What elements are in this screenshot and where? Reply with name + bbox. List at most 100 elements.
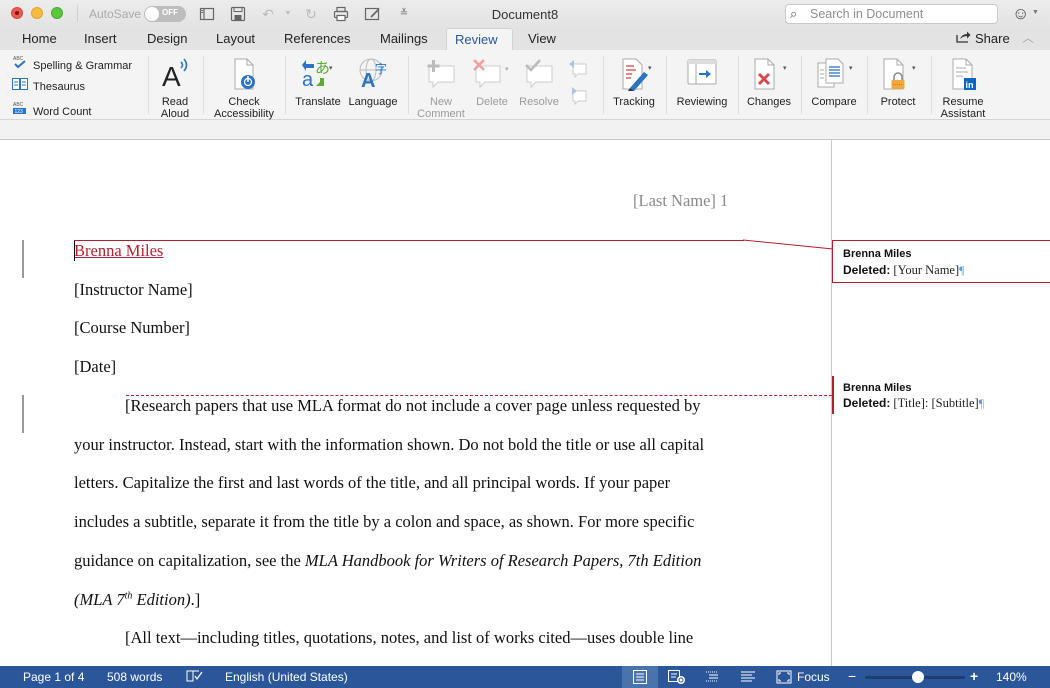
tab-layout[interactable]: Layout [208,28,263,50]
print-layout-icon[interactable] [632,670,648,687]
check-accessibility-label-1: Check [228,96,260,108]
course-number[interactable]: [Course Number] [74,318,190,338]
paragraph-line[interactable]: guidance on capitalization, see the MLA … [74,551,701,571]
proofing-book-icon[interactable] [186,669,204,686]
inserted-text-author[interactable]: Brenna Miles [74,241,163,261]
tab-design[interactable]: Design [139,28,195,50]
next-comment-button[interactable] [566,85,590,108]
spelling-grammar-button[interactable]: ABC Spelling & Grammar [12,55,132,73]
tab-insert[interactable]: Insert [76,28,125,50]
page-count[interactable]: Page 1 of 4 [23,670,84,684]
tab-review[interactable]: Review [446,28,513,50]
instructor-name[interactable]: [Instructor Name] [74,280,193,300]
feedback-dropdown-caret[interactable]: ▼ [1032,9,1039,16]
save-icon[interactable] [230,6,246,22]
reviewing-pane-icon [673,56,731,92]
search-input[interactable] [810,6,995,22]
paragraph-line[interactable]: includes a subtitle, separate it from th… [74,512,694,532]
undo-dropdown-caret[interactable]: ▼ [280,6,296,22]
reviewing-button[interactable]: Reviewing [673,56,731,108]
zoom-slider-handle[interactable] [912,671,924,683]
new-comment-button[interactable]: New Comment [416,56,466,120]
delete-comment-button[interactable]: ▾ Delete [470,56,514,108]
print-icon[interactable] [333,6,349,22]
tab-references[interactable]: References [276,28,358,50]
italic-citation: Edition) [132,590,191,609]
paragraph-line[interactable]: (MLA 7th Edition).] [74,590,200,610]
resume-assistant-button[interactable]: in Resume Assistant [936,56,990,120]
toggle-knob [145,7,159,21]
draft-view-icon[interactable] [740,670,756,687]
date-line[interactable]: [Date] [74,357,116,377]
word-count-button[interactable]: ABC 123 Word Count [12,101,92,119]
search-box[interactable]: ⌕ [785,4,998,24]
next-comment-icon [572,87,587,106]
changes-button[interactable]: ▾ Changes [744,56,794,108]
maximize-window-button[interactable] [51,7,63,19]
check-accessibility-button[interactable]: Check Accessibility [210,56,278,120]
minimize-window-button[interactable] [31,7,43,19]
paragraph-line[interactable]: letters. Capitalize the first and last w… [74,473,670,493]
divider [603,56,604,114]
focus-icon[interactable] [776,670,792,687]
redo-icon[interactable]: ↻ [303,6,319,22]
divider [867,56,868,114]
search-icon: ⌕ [790,6,798,21]
paragraph-line[interactable]: [All text—including titles, quotations, … [125,628,693,648]
new-comment-label-1: New [429,96,452,108]
zoom-level[interactable]: 140% [996,670,1027,684]
language-status[interactable]: English (United States) [225,670,348,684]
paragraph-line[interactable]: your instructor. Instead, start with the… [74,435,704,455]
previous-comment-button[interactable] [566,58,590,81]
tab-view[interactable]: View [520,28,564,50]
reviewing-label: Reviewing [676,96,728,108]
svg-text:▾: ▾ [329,65,333,72]
comment-balloon[interactable]: Brenna Miles Deleted: [Title]: [Subtitle… [832,376,1050,414]
word-count[interactable]: 508 words [107,670,162,684]
translate-label: Translate [295,96,341,108]
close-window-button[interactable] [11,7,23,19]
compare-button[interactable]: ▾ Compare [807,56,861,108]
resume-assistant-label-1: Resume [942,96,984,108]
previous-comment-icon [569,60,587,79]
read-aloud-label-2: Aloud [160,108,190,120]
read-aloud-button[interactable]: A Read Aloud [155,56,195,120]
collapse-ribbon-chevron-icon[interactable]: ︿ [1022,29,1034,46]
ruler-area [0,120,1050,140]
feedback-smiley-icon[interactable]: ☺ [1012,4,1029,24]
autosave-label: AutoSave [89,7,142,21]
protect-label: Protect [880,96,916,108]
comment-body: Deleted: [Title]: [Subtitle]¶ [843,396,984,411]
customize-toolbar-icon[interactable]: ≚ [396,6,412,22]
focus-mode-button[interactable]: Focus [797,670,830,684]
web-layout-icon[interactable] [668,670,686,687]
sidebar-toggle-icon[interactable] [199,6,215,22]
tracking-button[interactable]: ▾ Tracking [609,56,659,108]
thesaurus-button[interactable]: Thesaurus [12,78,85,96]
thesaurus-book-icon [12,78,28,92]
balloon-connector-slant [743,239,834,250]
autosave-state: OFF [162,8,178,17]
autosave-toggle[interactable]: OFF [144,6,186,22]
outline-view-icon[interactable] [704,670,720,687]
protect-button[interactable]: ▾ Protect [874,56,922,108]
zoom-out-button[interactable]: − [848,668,856,684]
change-bar [22,395,24,433]
tab-mailings[interactable]: Mailings [372,28,436,50]
comment-balloon[interactable]: Brenna Miles Deleted: [Your Name]¶ [832,240,1050,283]
resolve-comment-button[interactable]: Resolve [517,56,561,108]
changes-icon: ▾ [744,56,794,92]
zoom-in-button[interactable]: + [970,668,978,684]
deleted-label: Deleted: [843,396,891,410]
share-button[interactable]: Share [956,30,1010,46]
ribbon-tabs: Home Insert Design Layout References Mai… [0,28,1050,50]
translate-button[interactable]: a あ ▾ Translate [292,56,344,108]
paragraph-line[interactable]: [Research papers that use MLA format do … [125,396,700,416]
undo-icon[interactable]: ↶ [260,6,276,22]
delete-label: Delete [476,96,508,108]
document-canvas[interactable]: [Last Name] 1 Brenna Miles [Instructor N… [0,140,1050,666]
language-button[interactable]: A字 Language [346,56,400,108]
tab-home[interactable]: Home [14,28,65,50]
read-aloud-icon: A [155,56,195,92]
edit-document-icon[interactable] [364,6,380,22]
